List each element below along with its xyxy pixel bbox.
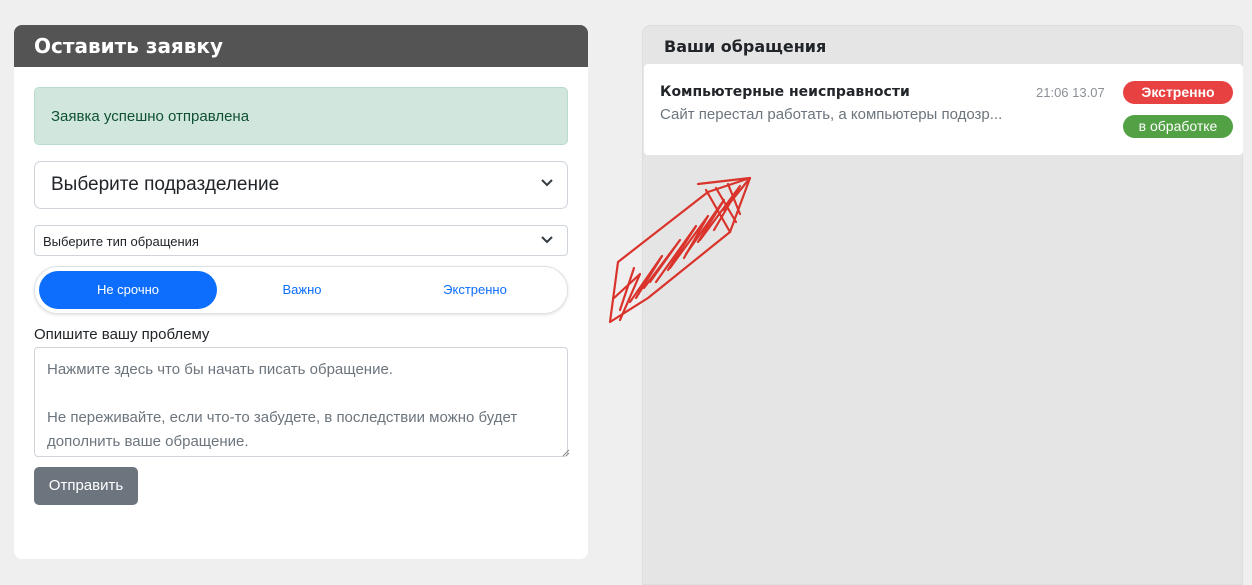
request-type-select[interactable]: Выберите тип обращения	[34, 225, 568, 256]
urgency-toggle-group: Не срочно Важно Экстренно	[34, 266, 568, 314]
request-timestamp: 21:06 13.07	[1036, 85, 1105, 100]
requests-title: Ваши обращения	[664, 37, 827, 56]
red-arrow-annotation	[608, 176, 752, 324]
urgency-important-button[interactable]: Важно	[217, 271, 387, 309]
status-badge: в обработке	[1123, 115, 1233, 138]
request-form-card: Оставить заявку Заявка успешно отправлен…	[14, 25, 588, 559]
submit-button[interactable]: Отправить	[34, 467, 138, 505]
request-list-item[interactable]: Компьютерные неисправности Сайт перестал…	[644, 64, 1243, 155]
chevron-down-icon	[541, 179, 553, 187]
request-snippet: Сайт перестал работать, а компьютеры под…	[660, 106, 1003, 123]
description-label: Опишите вашу проблему	[34, 326, 210, 343]
form-title: Оставить заявку	[14, 25, 588, 67]
urgency-emergency-button[interactable]: Экстренно	[387, 271, 563, 309]
request-type-select-value: Выберите тип обращения	[43, 234, 199, 249]
chevron-down-icon	[541, 236, 553, 244]
urgency-not-urgent-button[interactable]: Не срочно	[39, 271, 217, 309]
resize-grip-icon[interactable]	[562, 449, 570, 457]
department-select-value: Выберите подразделение	[51, 174, 280, 195]
department-select[interactable]: Выберите подразделение	[34, 161, 568, 209]
request-title: Компьютерные неисправности	[660, 84, 910, 100]
success-alert: Заявка успешно отправлена	[34, 87, 568, 145]
description-textarea[interactable]: Нажмите здесь что бы начать писать обращ…	[34, 347, 568, 457]
priority-badge: Экстренно	[1123, 81, 1233, 104]
